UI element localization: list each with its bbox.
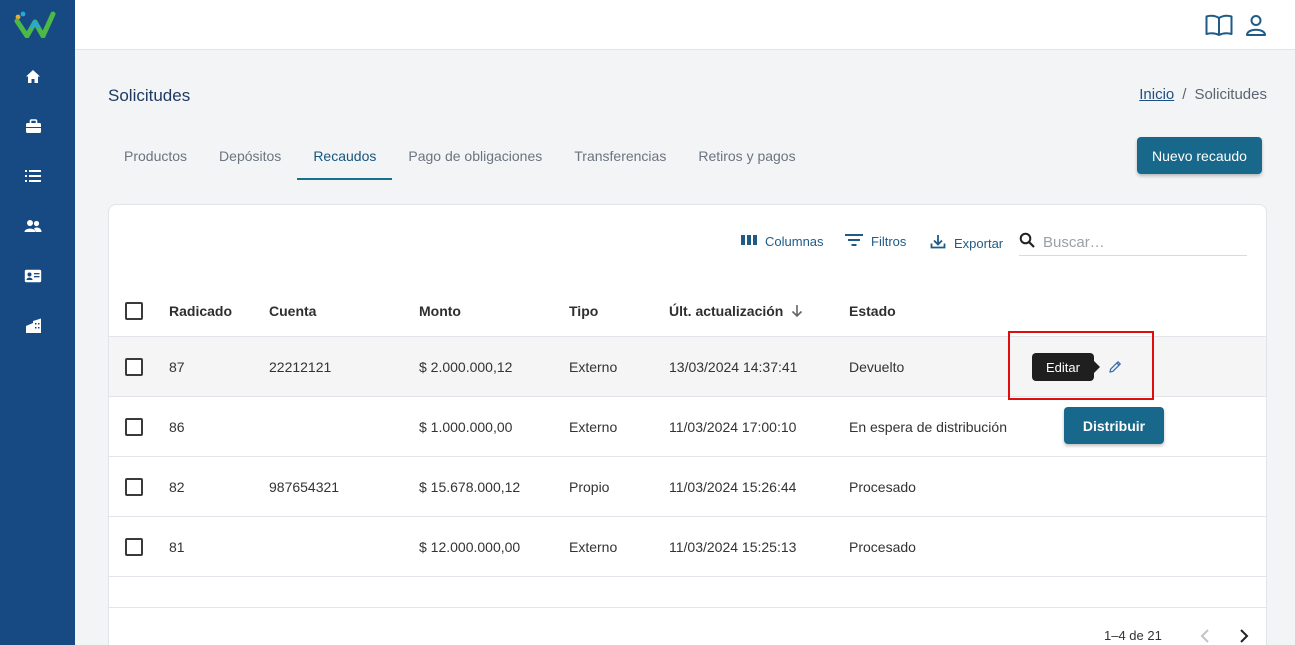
column-header-actualizacion-label: Últ. actualización bbox=[669, 302, 784, 319]
cell-tipo: Externo bbox=[569, 538, 618, 555]
cell-radicado: 87 bbox=[169, 358, 185, 375]
top-header bbox=[75, 0, 1295, 50]
pagination-range: 1–4 de 21 bbox=[1104, 628, 1162, 643]
breadcrumb: Inicio / Solicitudes bbox=[1139, 86, 1267, 103]
cell-tipo: Propio bbox=[569, 478, 610, 495]
cell-cuenta: 987654321 bbox=[269, 478, 340, 495]
columns-button[interactable]: Columnas bbox=[741, 234, 824, 249]
search-icon bbox=[1019, 232, 1035, 253]
column-header-monto[interactable]: Monto bbox=[419, 285, 461, 336]
book-icon[interactable] bbox=[1205, 11, 1233, 39]
logo-icon[interactable] bbox=[14, 10, 56, 39]
list-icon[interactable] bbox=[24, 167, 42, 185]
new-recaudo-button[interactable]: Nuevo recaudo bbox=[1137, 137, 1262, 174]
cell-actualizacion: 11/03/2024 15:25:13 bbox=[669, 538, 797, 555]
select-all-checkbox[interactable] bbox=[125, 301, 143, 320]
user-icon[interactable] bbox=[1242, 11, 1270, 39]
breadcrumb-current: Solicitudes bbox=[1194, 86, 1267, 103]
column-header-radicado[interactable]: Radicado bbox=[169, 285, 232, 336]
cell-monto: $ 12.000.000,00 bbox=[419, 538, 521, 555]
cell-actualizacion: 11/03/2024 15:26:44 bbox=[669, 478, 797, 495]
cell-radicado: 81 bbox=[169, 538, 185, 555]
cell-radicado: 82 bbox=[169, 478, 185, 495]
row-checkbox[interactable] bbox=[125, 477, 143, 496]
filter-icon bbox=[845, 234, 863, 249]
building-icon[interactable] bbox=[24, 317, 42, 335]
tab-pago-de-obligaciones[interactable]: Pago de obligaciones bbox=[392, 136, 558, 180]
tab-retiros-y-pagos[interactable]: Retiros y pagos bbox=[682, 136, 811, 180]
tab-recaudos[interactable]: Recaudos bbox=[297, 136, 393, 180]
cell-radicado: 86 bbox=[169, 418, 185, 435]
table-row[interactable]: 82 987654321 $ 15.678.000,12 Propio 11/0… bbox=[109, 457, 1266, 517]
home-icon[interactable] bbox=[24, 67, 42, 85]
column-header-cuenta[interactable]: Cuenta bbox=[269, 285, 316, 336]
table-row[interactable]: 86 $ 1.000.000,00 Externo 11/03/2024 17:… bbox=[109, 397, 1266, 457]
table-row[interactable]: 87 22212121 $ 2.000.000,12 Externo 13/03… bbox=[109, 331, 1266, 400]
highlight-box bbox=[1008, 331, 1154, 400]
tab-transferencias[interactable]: Transferencias bbox=[558, 136, 682, 180]
tabs: Productos Depósitos Recaudos Pago de obl… bbox=[108, 136, 812, 180]
row-checkbox[interactable] bbox=[125, 417, 143, 436]
tab-productos[interactable]: Productos bbox=[108, 136, 203, 180]
tab-depositos[interactable]: Depósitos bbox=[203, 136, 297, 180]
cell-monto: $ 15.678.000,12 bbox=[419, 478, 521, 495]
export-label: Exportar bbox=[954, 235, 1004, 251]
data-grid-card: Columnas Filtros Exportar Radicado Cuent… bbox=[108, 204, 1267, 645]
columns-icon bbox=[741, 234, 757, 249]
briefcase-icon[interactable] bbox=[24, 117, 42, 135]
cell-estado: Procesado bbox=[849, 478, 916, 495]
cell-actualizacion: 13/03/2024 14:37:41 bbox=[669, 358, 798, 375]
export-button[interactable]: Exportar bbox=[930, 234, 1003, 252]
id-card-icon[interactable] bbox=[24, 267, 42, 285]
page-title: Solicitudes bbox=[108, 86, 191, 105]
search-input[interactable] bbox=[1043, 234, 1233, 251]
cell-tipo: Externo bbox=[569, 418, 618, 435]
cell-actualizacion: 11/03/2024 17:00:10 bbox=[669, 418, 797, 435]
sidebar bbox=[0, 0, 75, 645]
table-row[interactable]: 81 $ 12.000.000,00 Externo 11/03/2024 15… bbox=[109, 517, 1266, 577]
breadcrumb-separator: / bbox=[1182, 86, 1187, 103]
row-checkbox[interactable] bbox=[125, 537, 143, 556]
cell-cuenta: 22212121 bbox=[269, 358, 332, 375]
cell-tipo: Externo bbox=[569, 358, 618, 375]
column-header-actualizacion[interactable]: Últ. actualización bbox=[669, 285, 803, 336]
sort-arrow-down-icon[interactable] bbox=[791, 304, 803, 318]
distribuir-button[interactable]: Distribuir bbox=[1064, 407, 1164, 444]
table-header: Radicado Cuenta Monto Tipo Últ. actualiz… bbox=[109, 285, 1266, 337]
cell-monto: $ 2.000.000,12 bbox=[419, 358, 513, 375]
breadcrumb-home-link[interactable]: Inicio bbox=[1139, 86, 1174, 103]
cell-estado: Devuelto bbox=[849, 358, 905, 375]
row-checkbox[interactable] bbox=[125, 357, 143, 376]
chevron-left-icon[interactable] bbox=[1195, 626, 1215, 645]
cell-estado: En espera de distribución bbox=[849, 418, 1007, 435]
search-bar bbox=[1019, 230, 1247, 256]
filters-label: Filtros bbox=[871, 234, 907, 249]
column-header-estado[interactable]: Estado bbox=[849, 285, 896, 336]
users-icon[interactable] bbox=[24, 217, 42, 235]
chevron-right-icon[interactable] bbox=[1234, 626, 1254, 645]
filters-button[interactable]: Filtros bbox=[845, 234, 906, 249]
cell-estado: Procesado bbox=[849, 538, 916, 555]
columns-label: Columnas bbox=[765, 234, 824, 249]
cell-monto: $ 1.000.000,00 bbox=[419, 418, 513, 435]
table-footer: 1–4 de 21 bbox=[109, 607, 1266, 645]
column-header-tipo[interactable]: Tipo bbox=[569, 285, 598, 336]
download-icon bbox=[930, 234, 946, 252]
